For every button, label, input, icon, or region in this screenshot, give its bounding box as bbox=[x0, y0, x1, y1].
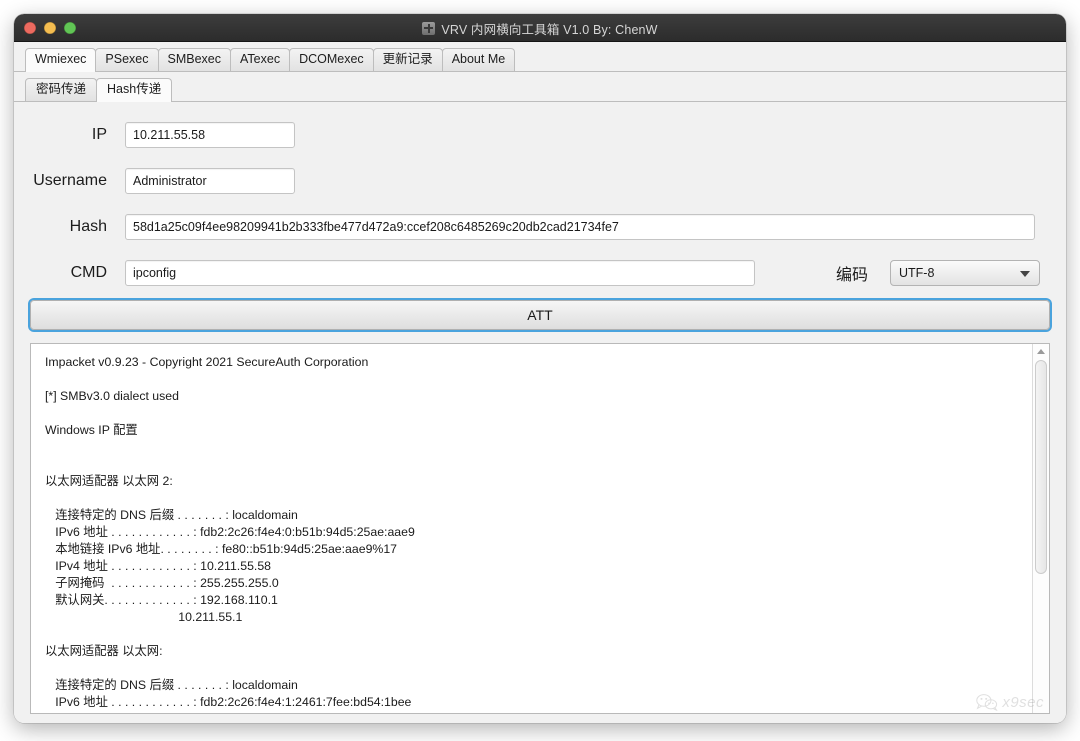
console-line: [*] SMBv3.0 dialect used bbox=[45, 389, 179, 403]
console-line: Impacket v0.9.23 - Copyright 2021 Secure… bbox=[45, 355, 369, 369]
subtab-hash-auth[interactable]: Hash传递 bbox=[96, 78, 173, 102]
ip-row: IP 10.211.55.58 bbox=[30, 112, 1050, 158]
console-line: 10.211.55.1 bbox=[45, 610, 243, 624]
cmd-row: CMD ipconfig 编码 UTF-8 bbox=[30, 250, 1050, 296]
chevron-down-icon bbox=[1020, 271, 1030, 277]
console-line: 连接特定的 DNS 后缀 . . . . . . . : localdomain bbox=[45, 678, 298, 692]
cmd-label: CMD bbox=[70, 264, 107, 281]
encoding-selected-value: UTF-8 bbox=[899, 266, 935, 280]
console-line: IPv6 地址 . . . . . . . . . . . . : fdb2:2… bbox=[45, 525, 415, 539]
console-line: 本地链接 IPv6 地址. . . . . . . . : fe80::b51b… bbox=[45, 542, 398, 556]
output-console[interactable]: Impacket v0.9.23 - Copyright 2021 Secure… bbox=[30, 343, 1050, 714]
console-line: 以太网适配器 以太网 2: bbox=[45, 474, 173, 488]
encoding-select[interactable]: UTF-8 bbox=[890, 260, 1040, 286]
hash-input[interactable]: 58d1a25c09f4ee98209941b2b333fbe477d472a9… bbox=[125, 214, 1035, 240]
hash-label: Hash bbox=[69, 218, 107, 235]
console-output-text: Impacket v0.9.23 - Copyright 2021 Secure… bbox=[31, 344, 1031, 713]
main-tab-strip: Wmiexec PSexec SMBexec ATexec DCOMexec 更… bbox=[14, 42, 1066, 72]
sub-tab-strip: 密码传递 Hash传递 bbox=[14, 72, 1066, 102]
username-label: Username bbox=[33, 172, 107, 189]
username-row: Username Administrator bbox=[30, 158, 1050, 204]
window-body: Wmiexec PSexec SMBexec ATexec DCOMexec 更… bbox=[14, 42, 1066, 723]
cmd-input[interactable]: ipconfig bbox=[125, 260, 755, 286]
console-scrollbar[interactable] bbox=[1032, 344, 1049, 713]
console-line: 子网掩码 . . . . . . . . . . . . : 255.255.2… bbox=[45, 576, 279, 590]
console-line: IPv6 地址 . . . . . . . . . . . . : fdb2:2… bbox=[45, 695, 412, 709]
console-line: 连接特定的 DNS 后缀 . . . . . . . : localdomain bbox=[45, 508, 298, 522]
plus-square-icon bbox=[422, 21, 436, 35]
console-line: IPv4 地址 . . . . . . . . . . . . : 10.211… bbox=[45, 559, 271, 573]
tab-smbexec[interactable]: SMBexec bbox=[157, 48, 231, 71]
tab-atexec[interactable]: ATexec bbox=[230, 48, 291, 71]
console-line: 默认网关. . . . . . . . . . . . . : 192.168.… bbox=[45, 593, 278, 607]
tab-psexec[interactable]: PSexec bbox=[95, 48, 159, 71]
scroll-up-arrow-icon[interactable] bbox=[1033, 344, 1049, 359]
app-window: VRV 内网横向工具箱 V1.0 By: ChenW Wmiexec PSexe… bbox=[14, 14, 1066, 723]
username-input[interactable]: Administrator bbox=[125, 168, 295, 194]
title-bar: VRV 内网横向工具箱 V1.0 By: ChenW bbox=[14, 14, 1066, 42]
scroll-thumb[interactable] bbox=[1035, 360, 1047, 574]
hash-row: Hash 58d1a25c09f4ee98209941b2b333fbe477d… bbox=[30, 204, 1050, 250]
ip-label: IP bbox=[91, 126, 107, 143]
title-wrap: VRV 内网横向工具箱 V1.0 By: ChenW bbox=[14, 14, 1066, 42]
action-bar: ATT bbox=[14, 296, 1066, 330]
console-line: Windows IP 配置 bbox=[45, 423, 138, 437]
tab-dcomexec[interactable]: DCOMexec bbox=[289, 48, 374, 71]
encoding-label: 编码 bbox=[835, 267, 868, 284]
connection-form: IP 10.211.55.58 Username Administrator H… bbox=[14, 102, 1066, 296]
tab-changelog[interactable]: 更新记录 bbox=[372, 48, 443, 71]
ip-input[interactable]: 10.211.55.58 bbox=[125, 122, 295, 148]
att-button[interactable]: ATT bbox=[30, 300, 1050, 330]
subtab-password-auth[interactable]: 密码传递 bbox=[25, 78, 98, 101]
tab-about-me[interactable]: About Me bbox=[441, 48, 516, 71]
console-line: 以太网适配器 以太网: bbox=[45, 644, 163, 658]
window-title: VRV 内网横向工具箱 V1.0 By: ChenW bbox=[441, 22, 658, 37]
tab-wmiexec[interactable]: Wmiexec bbox=[25, 48, 97, 72]
